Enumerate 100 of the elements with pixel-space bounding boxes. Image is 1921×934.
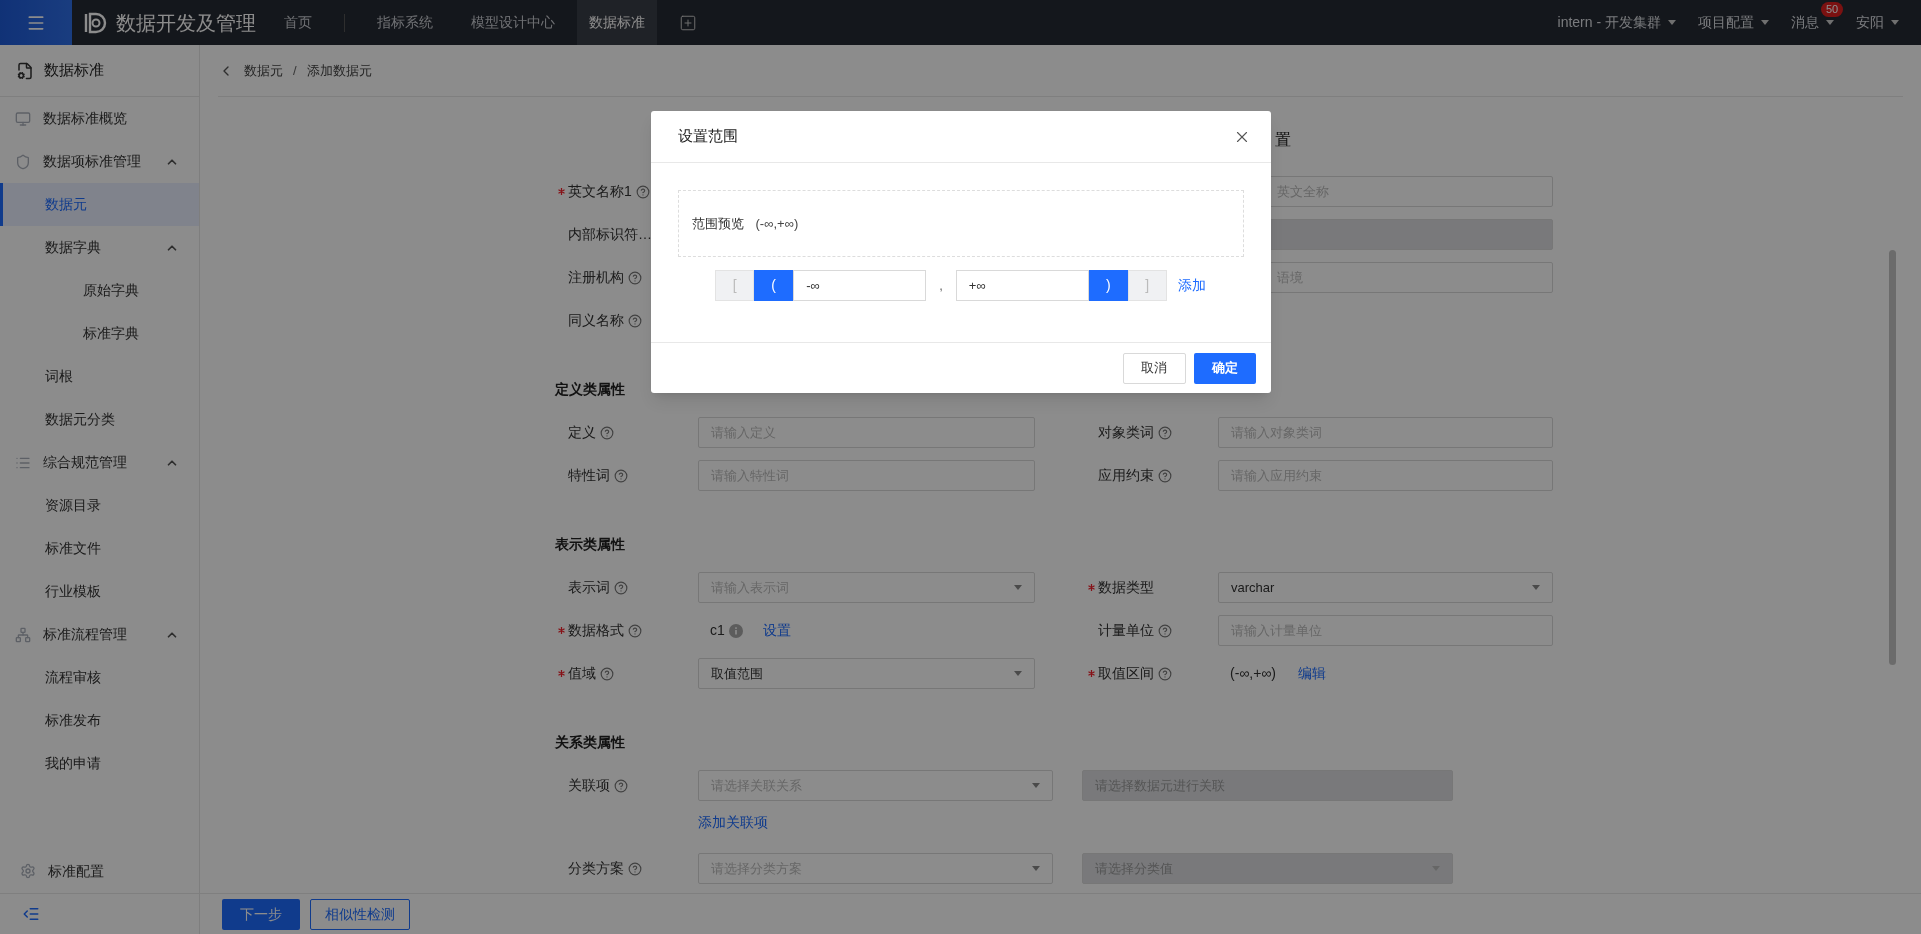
help-icon[interactable]: [600, 425, 614, 440]
preview-label: 范围预览: [691, 214, 744, 233]
field-label: 值域: [568, 664, 596, 683]
section-title: 关系类属性: [555, 733, 626, 752]
sidebar-item[interactable]: 标准发布: [0, 699, 199, 742]
field-label: 分类方案: [568, 859, 624, 878]
breadcrumb-item: 添加数据元: [306, 61, 372, 80]
sidebar-item[interactable]: 标准文件: [0, 527, 199, 570]
sidebar-item[interactable]: 数据元分类: [0, 398, 199, 441]
field-label: 计量单位: [1098, 621, 1154, 640]
scrollbar-thumb[interactable]: [1889, 250, 1896, 665]
menu-button[interactable]: [0, 0, 72, 45]
field-value: c1: [710, 621, 725, 640]
nav-tab[interactable]: 首页: [272, 0, 324, 45]
field-label: 内部标识符…: [568, 225, 652, 244]
sidebar-item[interactable]: 数据元: [0, 183, 199, 226]
field-label: 应用约束: [1098, 466, 1154, 485]
add-link[interactable]: 添加关联项: [698, 811, 768, 833]
help-icon[interactable]: [1158, 666, 1172, 681]
section-title: 表示类属性: [555, 535, 626, 554]
top-menu[interactable]: 消息: [1791, 12, 1819, 33]
select-field[interactable]: varchar: [1218, 572, 1553, 603]
help-icon[interactable]: [628, 313, 642, 328]
caret-icon: [1761, 20, 1769, 25]
field-label: 表示词: [568, 578, 610, 597]
help-icon[interactable]: [1158, 425, 1172, 440]
sidebar-item[interactable]: 流程审核: [0, 656, 199, 699]
field-label: 同义名称: [568, 311, 624, 330]
sidebar-item[interactable]: 标准流程管理: [0, 613, 199, 656]
sidebar-title: 数据标准: [44, 60, 104, 81]
field-label: 数据格式: [568, 621, 624, 640]
caret-icon: [1032, 783, 1040, 788]
notification-badge: 50: [1821, 2, 1844, 17]
menu-icon: [15, 153, 31, 170]
help-icon[interactable]: [1158, 623, 1172, 638]
caret-icon: [1014, 585, 1022, 590]
sidebar-item[interactable]: 资源目录: [0, 484, 199, 527]
similarity-check-button[interactable]: 相似性检测: [310, 898, 410, 930]
input-field[interactable]: +∞: [955, 270, 1089, 301]
menu-icon: [15, 110, 31, 127]
input-field[interactable]: -∞: [793, 270, 927, 301]
nav-tab[interactable]: 数据标准: [577, 0, 657, 45]
range-separator: ,: [939, 276, 943, 295]
add-tab-icon[interactable]: [679, 13, 697, 32]
help-icon[interactable]: [635, 184, 650, 199]
top-menu[interactable]: intern - 开发集群: [1557, 12, 1661, 33]
help-icon[interactable]: [614, 468, 628, 483]
field-label: 关联项: [568, 776, 610, 795]
breadcrumb-separator: /: [293, 61, 297, 80]
document-gear-icon: [16, 61, 34, 80]
caret-icon: [1032, 866, 1040, 871]
field-label: 数据类型: [1098, 578, 1154, 597]
select-field[interactable]: 取值范围: [698, 658, 1035, 689]
field-label: 定义: [568, 423, 596, 442]
sidebar-item[interactable]: 数据项标准管理: [0, 140, 199, 183]
sidebar-item[interactable]: 标准字典: [0, 312, 199, 355]
field-label: 英文名称1: [568, 182, 632, 201]
sidebar-item[interactable]: 行业模板: [0, 570, 199, 613]
nav-tab[interactable]: 指标系统: [365, 0, 445, 45]
dialog-title: 设置范围: [677, 126, 738, 147]
caret-icon: [1891, 20, 1899, 25]
sidebar-item[interactable]: 词根: [0, 355, 199, 398]
sidebar-item[interactable]: 数据标准概览: [0, 97, 199, 140]
help-icon[interactable]: [628, 270, 642, 285]
sidebar-item[interactable]: 标准配置: [0, 849, 199, 893]
field-label: 取值区间: [1098, 664, 1154, 683]
collapse-icon[interactable]: [22, 905, 40, 923]
top-menu[interactable]: 项目配置: [1698, 12, 1754, 33]
settings-icon: [20, 863, 36, 879]
sidebar-item[interactable]: 综合规范管理: [0, 441, 199, 484]
next-button[interactable]: 下一步: [222, 898, 300, 930]
help-icon[interactable]: [614, 580, 628, 595]
confirm-button[interactable]: 确定: [1193, 352, 1256, 384]
cancel-button[interactable]: 取消: [1122, 352, 1186, 384]
field-label: 对象类词: [1098, 423, 1154, 442]
section-title: 定义类属性: [555, 380, 626, 399]
breadcrumb-item[interactable]: 数据元: [244, 60, 283, 81]
add-link[interactable]: 添加: [1177, 275, 1206, 296]
bracket-toggle[interactable]: ): [1088, 270, 1128, 301]
preview-value: (-∞,+∞): [755, 214, 799, 233]
bracket-toggle[interactable]: (: [754, 270, 794, 301]
sidebar-item[interactable]: 我的申请: [0, 742, 199, 785]
caret-icon: [1014, 671, 1022, 676]
help-icon[interactable]: [628, 623, 642, 638]
help-icon[interactable]: [600, 666, 614, 681]
set-link[interactable]: 编辑: [1298, 663, 1326, 684]
help-icon[interactable]: [614, 778, 628, 793]
set-link[interactable]: 设置: [762, 620, 791, 641]
help-icon[interactable]: [628, 861, 642, 876]
caret-icon: [1532, 585, 1540, 590]
sidebar-item[interactable]: 数据字典: [0, 226, 199, 269]
field-value: (-∞,+∞): [1230, 664, 1276, 683]
app-title: 数据开发及管理: [116, 10, 256, 36]
field-label: 注册机构: [568, 268, 624, 287]
sidebar-item[interactable]: 原始字典: [0, 269, 199, 312]
help-icon[interactable]: [1158, 468, 1172, 483]
top-menu[interactable]: 安阳: [1856, 12, 1884, 33]
nav-tab[interactable]: 模型设计中心: [459, 0, 567, 45]
section-heading: 置: [1275, 130, 1291, 150]
field-label: 特性词: [568, 466, 610, 485]
